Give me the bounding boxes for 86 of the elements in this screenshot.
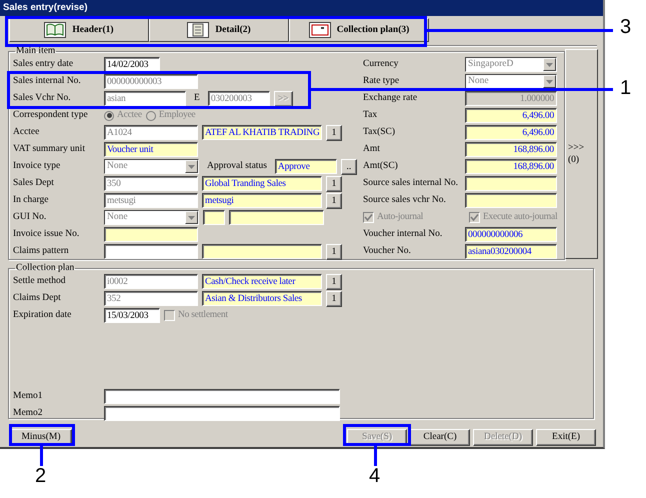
expand-button[interactable]: >>>(0) bbox=[565, 49, 598, 259]
field-label: Expiration date bbox=[13, 309, 72, 322]
leader-line bbox=[374, 446, 377, 466]
input-field[interactable]: 6,496.00 bbox=[465, 125, 557, 140]
input-field[interactable] bbox=[202, 244, 322, 259]
field-label: Amt bbox=[363, 143, 381, 156]
lookup-button[interactable]: 1 bbox=[326, 176, 342, 192]
field-label: Memo1 bbox=[13, 390, 44, 404]
field-label: GUI No. bbox=[13, 211, 48, 224]
input-field[interactable]: Global Tranding Sales bbox=[202, 176, 322, 191]
field-label: Approval status bbox=[206, 160, 268, 174]
field-label: Tax(SC) bbox=[363, 126, 396, 140]
check-icon bbox=[364, 213, 373, 222]
field-label: Memo2 bbox=[13, 407, 44, 420]
highlight-frame bbox=[9, 424, 75, 446]
field-label: Acctee bbox=[13, 126, 40, 140]
input-field[interactable]: asiana030200004 bbox=[465, 244, 557, 259]
field-label: Invoice issue No. bbox=[13, 228, 80, 242]
input-field[interactable]: 6,496.00 bbox=[465, 108, 557, 123]
input-field[interactable] bbox=[104, 406, 340, 421]
input-field[interactable]: Asian & Distributors Sales bbox=[202, 291, 322, 306]
notepad-icon bbox=[187, 22, 210, 38]
check-icon bbox=[470, 213, 479, 222]
field-label: Claims Dept bbox=[13, 292, 62, 306]
field-label: Invoice type bbox=[13, 160, 62, 174]
tab[interactable]: Collection plan(3) bbox=[289, 18, 429, 42]
field-label: Source sales internal No. bbox=[363, 177, 459, 190]
input-field[interactable]: 14/02/2003 bbox=[104, 57, 160, 72]
input-field[interactable]: 168,896.00 bbox=[465, 159, 557, 174]
field-label: Source sales vchr No. bbox=[363, 194, 447, 208]
field-label: Rate type bbox=[363, 75, 400, 88]
caret-icon bbox=[546, 62, 553, 66]
field-label: Sales Vchr No. bbox=[13, 92, 72, 106]
input-field[interactable] bbox=[465, 193, 557, 208]
action-button[interactable]: Clear(C) bbox=[410, 429, 470, 446]
field-label: Correspondent type bbox=[13, 109, 89, 122]
input-field[interactable]: ATEF AL KHATIB TRADING bbox=[202, 125, 322, 140]
input-field[interactable] bbox=[203, 210, 225, 225]
field-label: In charge bbox=[13, 194, 50, 208]
lookup-button[interactable]: 1 bbox=[326, 244, 342, 260]
lookup-button[interactable]: 1 bbox=[326, 274, 342, 290]
input-field[interactable] bbox=[104, 244, 198, 259]
callout-number: 4 bbox=[369, 466, 380, 486]
input-field[interactable] bbox=[465, 176, 557, 191]
input-field[interactable] bbox=[104, 227, 198, 242]
input-field[interactable] bbox=[229, 210, 324, 225]
field-label: Tax bbox=[363, 109, 378, 122]
highlight-frame bbox=[343, 424, 411, 446]
callout-number: 2 bbox=[35, 466, 46, 486]
input-field[interactable] bbox=[104, 389, 340, 404]
field-label: Amt(SC) bbox=[363, 160, 399, 174]
lookup-button[interactable]: .. bbox=[340, 158, 357, 174]
field-label: Sales Dept bbox=[13, 177, 55, 190]
window-title: Sales entry(revise) bbox=[0, 0, 603, 16]
group-title: Collection plan bbox=[15, 264, 76, 273]
lookup-button[interactable]: 1 bbox=[326, 290, 342, 306]
field-label: Voucher No. bbox=[363, 245, 412, 258]
input-field[interactable]: metsugi bbox=[202, 193, 322, 208]
group-title: Main item bbox=[15, 47, 56, 56]
leader-line bbox=[40, 446, 43, 466]
input-field[interactable]: Voucher unit bbox=[104, 142, 198, 157]
lookup-button[interactable]: 1 bbox=[326, 192, 342, 208]
input-field[interactable]: 15/03/2003 bbox=[104, 308, 160, 323]
book-icon bbox=[44, 22, 66, 38]
caret-icon bbox=[546, 80, 553, 84]
caret-icon bbox=[188, 216, 195, 220]
field-label: VAT summary unit bbox=[13, 143, 86, 156]
field-label: Settle method bbox=[13, 275, 67, 288]
field-label: E bbox=[193, 92, 201, 106]
lookup-button[interactable]: 1 bbox=[326, 124, 342, 140]
field-label: Sales internal No. bbox=[13, 75, 82, 88]
input-field[interactable]: 000000000006 bbox=[465, 227, 557, 242]
input-field[interactable]: Cash/Check receive later bbox=[202, 274, 322, 289]
field-label: Exchange rate bbox=[363, 92, 418, 106]
field-label: Sales entry date bbox=[13, 58, 74, 72]
field-label: Voucher internal No. bbox=[363, 228, 444, 242]
tab[interactable]: Header(1) bbox=[9, 18, 149, 42]
field-label: Claims pattern bbox=[13, 245, 70, 258]
caret-icon bbox=[188, 164, 195, 168]
tab[interactable]: Detail(2) bbox=[149, 18, 289, 42]
action-button[interactable]: Exit(E) bbox=[536, 429, 596, 446]
callout-number: 3 bbox=[620, 17, 632, 37]
input-field[interactable]: Approve bbox=[274, 159, 337, 174]
callout-number: 1 bbox=[620, 78, 632, 98]
input-field[interactable]: 168,896.00 bbox=[465, 142, 557, 157]
field-label: Currency bbox=[363, 58, 400, 72]
